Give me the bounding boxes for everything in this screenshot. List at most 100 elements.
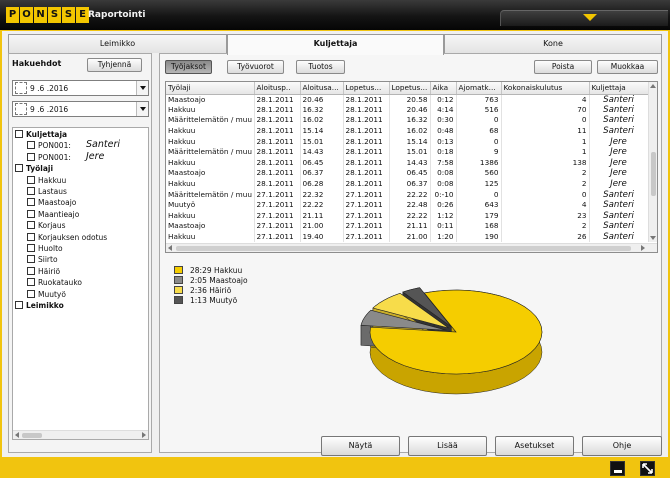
table-cell: 4 — [501, 94, 590, 105]
column-header[interactable]: Aloitusa... — [300, 82, 344, 95]
table-row[interactable]: Hakkuu 27.1.2011 19.40 27.1.2011 21.00 1:20 19… — [166, 231, 649, 243]
bottom-toolbar: Näytä Lisää Asetukset Ohje — [2, 434, 668, 457]
column-header[interactable]: Aika — [430, 82, 457, 95]
checkbox[interactable] — [27, 209, 35, 218]
table-cell: 1 — [501, 146, 590, 158]
checkbox[interactable] — [15, 301, 23, 309]
tree-item[interactable]: Ruokatauko — [27, 278, 82, 288]
tree-item[interactable]: Maantieajo — [27, 209, 79, 220]
table-row[interactable]: Määrittelemätön / muu 28.1.2011 16.02 28.1.… — [166, 115, 649, 126]
edit-button[interactable]: Muokkaa — [597, 60, 658, 74]
column-header[interactable]: Kokonaiskulutus — [501, 82, 590, 95]
logo-letter: N — [34, 7, 47, 23]
checkbox[interactable] — [27, 255, 35, 264]
help-button[interactable]: Ohje — [582, 436, 662, 456]
tree-item[interactable]: Kuljettaja — [15, 130, 67, 140]
table-row[interactable]: Hakkuu 28.1.2011 06.28 28.1.2011 06.37 0:08 12… — [166, 178, 649, 190]
menu-dropdown-panel[interactable] — [500, 10, 668, 26]
tab-kuljettaja[interactable]: Kuljettaja — [227, 34, 444, 55]
tree-item[interactable]: Huolto — [27, 244, 63, 254]
checkbox[interactable] — [27, 175, 35, 184]
table-row[interactable]: Määrittelemätön / muu 28.1.2011 14.43 28.1.… — [166, 146, 649, 158]
table-row[interactable]: Maastoajo 28.1.2011 20.46 28.1.2011 20.58 0:1… — [166, 94, 649, 105]
scroll-right-icon[interactable] — [641, 245, 645, 251]
checkbox[interactable] — [27, 198, 35, 207]
table-row[interactable]: Määrittelemätön / muu 27.1.2011 22.32 27.1.… — [166, 189, 649, 200]
checkbox[interactable] — [27, 187, 35, 195]
table-row[interactable]: Maastoajo 27.1.2011 21.00 27.1.2011 21.11 0:1… — [166, 221, 649, 232]
table-cell: 179 — [456, 210, 502, 222]
show-button[interactable]: Näytä — [321, 436, 400, 456]
column-header[interactable]: Aloitusp.. — [254, 82, 301, 95]
tree-item[interactable]: Maastoajo — [27, 198, 76, 208]
tree-item[interactable]: Muutyö — [27, 289, 66, 300]
checkbox[interactable] — [27, 141, 35, 150]
table-row[interactable]: Maastoajo 28.1.2011 06.37 28.1.2011 06.45 0:0… — [166, 168, 649, 179]
table-row[interactable]: Hakkuu 28.1.2011 15.14 28.1.2011 16.02 0:48 68… — [166, 125, 649, 137]
column-header[interactable]: Lopetus... — [343, 82, 390, 95]
date-from-field[interactable]: 9 .6 .2016 — [12, 80, 149, 96]
table-cell: 16.02 — [389, 125, 431, 137]
shifts-button[interactable]: Työvuorot — [227, 60, 284, 74]
tree-item[interactable]: Siirto — [27, 255, 58, 265]
tree-item[interactable]: Korjaus — [27, 221, 66, 231]
column-header[interactable]: Kuljettaja — [589, 82, 649, 95]
tree-item[interactable]: Työlaji — [15, 164, 53, 174]
scroll-down-icon[interactable] — [650, 236, 656, 240]
column-header[interactable]: Lopetus... — [389, 82, 431, 95]
table-cell: 28.1.2011 — [343, 115, 390, 126]
checkbox[interactable] — [15, 164, 23, 173]
tree-item-label: Kuljettaja — [26, 130, 68, 139]
table-cell: Hakkuu — [166, 125, 255, 137]
calendar-icon[interactable] — [15, 82, 27, 94]
tree-item[interactable]: PON001: — [27, 152, 71, 163]
table-row[interactable]: Hakkuu 28.1.2011 16.32 28.1.2011 20.46 4:14 51… — [166, 104, 649, 116]
tree-item[interactable]: Häiriö — [27, 266, 60, 277]
clear-button[interactable]: Tyhjennä — [87, 58, 142, 72]
delete-button[interactable]: Poista — [534, 60, 592, 74]
tab-kone[interactable]: Kone — [444, 34, 662, 53]
column-header[interactable]: Ajomatk... — [456, 82, 502, 95]
tree-item[interactable]: Korjauksen odotus — [27, 232, 107, 243]
dropdown-triangle-icon[interactable] — [583, 14, 597, 21]
table-cell: 28.1.2011 — [343, 104, 390, 116]
checkbox[interactable] — [27, 289, 35, 298]
scroll-up-icon[interactable] — [650, 84, 656, 88]
output-button[interactable]: Tuotos — [296, 60, 345, 74]
table-row[interactable]: Hakkuu 28.1.2011 06.45 28.1.2011 14.43 7:58 13… — [166, 157, 649, 169]
tree-item[interactable]: PON001: — [27, 141, 71, 151]
checkbox[interactable] — [27, 278, 35, 287]
resize-icon[interactable] — [640, 461, 655, 476]
column-header[interactable]: Työlaji — [166, 82, 255, 95]
tab-leimikko[interactable]: Leimikko — [8, 34, 227, 53]
chevron-down-icon[interactable] — [136, 102, 148, 116]
scroll-thumb[interactable] — [176, 246, 631, 251]
table-row[interactable]: Hakkuu 27.1.2011 21.11 27.1.2011 22.22 1:12 17… — [166, 210, 649, 222]
legend-label: 28:29 Hakkuu — [190, 266, 243, 275]
table-row[interactable]: Muutyö 27.1.2011 22.22 27.1.2011 22.48 0:26 64… — [166, 199, 649, 211]
calendar-icon[interactable] — [15, 103, 27, 115]
checkbox[interactable] — [27, 244, 35, 252]
checkbox[interactable] — [27, 266, 35, 275]
tree-item[interactable]: Hakkuu — [27, 175, 66, 186]
add-button[interactable]: Lisää — [408, 436, 487, 456]
scroll-thumb[interactable] — [651, 152, 656, 196]
scroll-left-icon[interactable] — [168, 245, 172, 251]
settings-button[interactable]: Asetukset — [495, 436, 574, 456]
work-periods-button[interactable]: Työjaksot — [165, 60, 212, 74]
checkbox[interactable] — [27, 232, 35, 241]
table-cell: Santeri — [589, 231, 649, 243]
minimize-icon[interactable] — [610, 461, 625, 476]
checkbox[interactable] — [27, 152, 35, 161]
tree-item[interactable]: Leimikko — [15, 301, 64, 311]
table-row[interactable]: Hakkuu 28.1.2011 15.01 28.1.2011 15.14 0:13 0 1… — [166, 136, 649, 147]
table-vertical-scrollbar[interactable] — [648, 82, 657, 242]
date-to-field[interactable]: 9 .6 .2016 — [12, 101, 149, 117]
tree-item[interactable]: Lastaus — [27, 187, 67, 197]
table-horizontal-scrollbar[interactable] — [166, 243, 657, 252]
checkbox[interactable] — [27, 221, 35, 230]
table-cell: 21.11 — [389, 221, 431, 232]
table-cell: 27.1.2011 — [343, 199, 390, 211]
chevron-down-icon[interactable] — [136, 81, 148, 95]
checkbox[interactable] — [15, 130, 23, 138]
